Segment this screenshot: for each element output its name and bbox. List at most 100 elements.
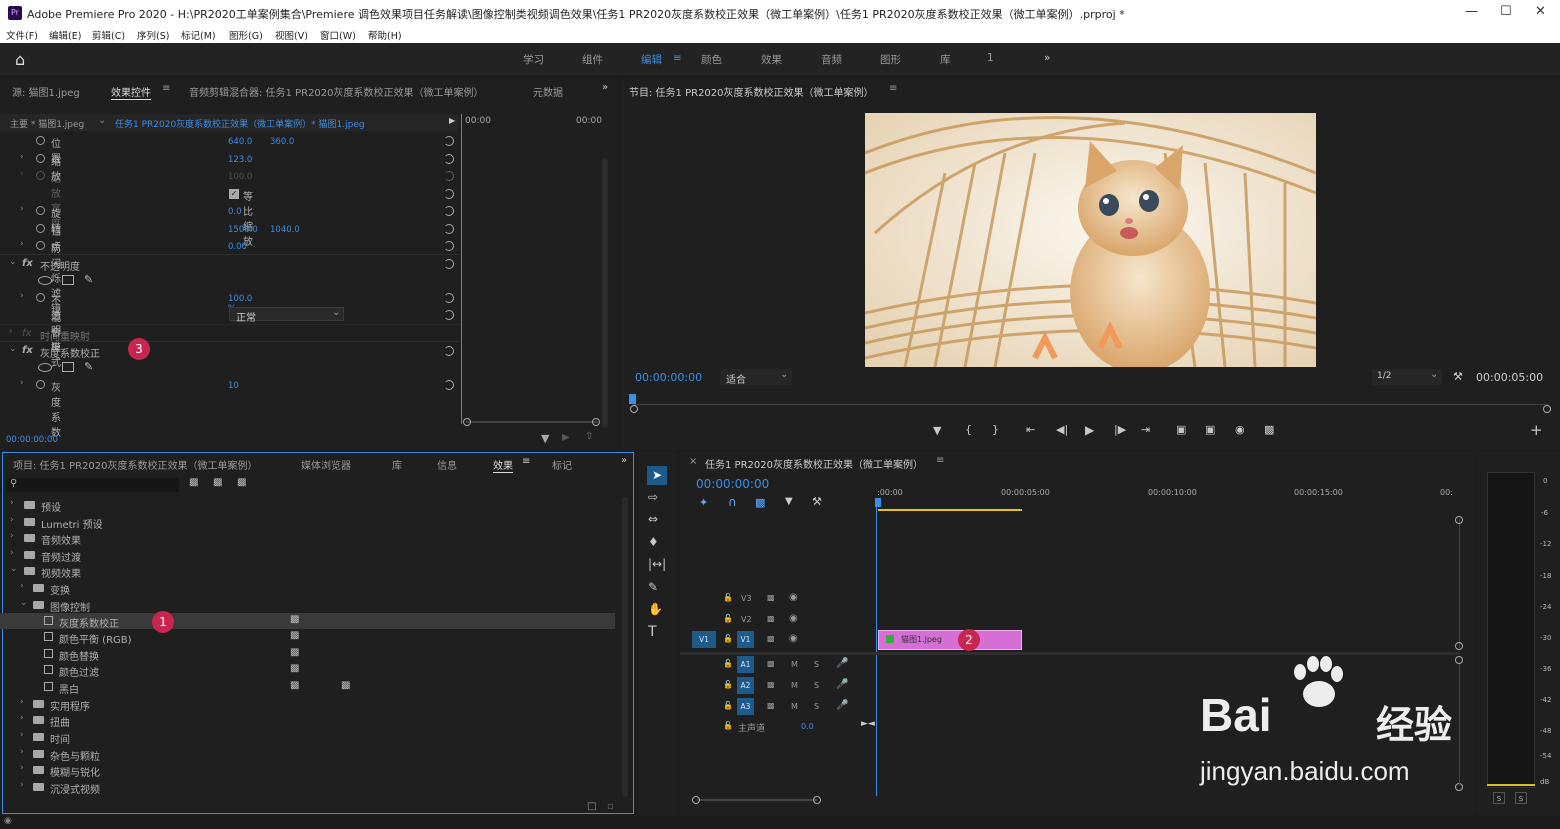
play-triangle-icon[interactable]: ▶ [449,116,455,125]
mark-in-icon[interactable]: { [965,423,972,436]
more-tabs-icon[interactable]: » [621,455,627,466]
selection-tool[interactable]: ➤ [647,466,667,485]
snap-icon[interactable]: ✦ [699,496,708,509]
track-target-a1[interactable]: A1 [737,656,754,673]
ellipse-mask-icon[interactable] [38,276,52,285]
go-to-in-icon[interactable]: ⇤ [1026,423,1035,436]
menu-window[interactable]: 窗口(W) [320,28,356,42]
ellipse-mask-icon[interactable] [38,363,52,372]
step-back-icon[interactable]: ◀| [1056,423,1068,436]
close-icon[interactable]: ✕ [1535,4,1546,19]
solo-left-button[interactable]: S [1493,792,1505,804]
lock-icon[interactable]: 🔓 [723,593,733,602]
chevron-down-icon[interactable]: ⌄ [98,115,106,126]
reset-icon[interactable] [444,154,454,164]
lock-icon[interactable]: 🔓 [723,634,733,643]
menu-file[interactable]: 文件(F) [6,28,38,42]
tree-item-gamma-correction[interactable]: 灰度系数校正 ▩ [0,613,615,630]
add-marker-icon[interactable]: ▼ [933,424,941,437]
eye-icon[interactable]: ◉ [789,633,798,644]
fx-icon[interactable]: fx [22,258,33,269]
sync-lock-icon[interactable]: ▩ [767,634,775,643]
timeline-clip[interactable]: 猫图1.jpeg [878,630,1022,650]
tab-effects[interactable]: 效果 [493,457,513,473]
stopwatch-icon[interactable] [36,224,45,233]
tree-item-distort[interactable]: › 扭曲 [0,712,615,729]
pen-icon[interactable]: ✎ [648,580,658,594]
export-icon[interactable]: ⇧ [585,431,593,442]
program-video-frame[interactable] [865,113,1316,367]
filter-icon[interactable]: ▼ [541,432,549,445]
panel-menu-icon[interactable]: ≡ [162,83,170,94]
menu-sequence[interactable]: 序列(S) [137,28,169,42]
timeline-timecode[interactable]: 00:00:00:00 [696,477,769,491]
workspace-effects[interactable]: 效果 [761,52,782,67]
tree-item-audio-effects[interactable]: › 音频效果 [0,530,615,547]
workspace-assembly[interactable]: 组件 [582,52,603,67]
sync-lock-icon[interactable]: ▩ [767,701,775,710]
lock-icon[interactable]: 🔓 [723,614,733,623]
tab-info[interactable]: 信息 [437,457,457,472]
eye-icon[interactable]: ◉ [789,592,798,603]
workspace-learn[interactable]: 学习 [523,52,544,67]
new-bin-icon[interactable]: □ [587,801,596,812]
reset-icon[interactable] [444,310,454,320]
tab-metadata[interactable]: 元数据 [533,84,563,99]
timeline-playhead[interactable] [876,500,877,796]
source-patch-v1[interactable]: V1 [692,631,716,648]
tab-libraries[interactable]: 库 [392,457,402,472]
microphone-icon[interactable]: 🎤 [836,679,848,690]
tree-item-immersive-video[interactable]: › 沉浸式视频 [0,779,615,796]
stopwatch-icon[interactable] [36,293,45,302]
razor-icon[interactable]: ♦ [648,535,659,549]
master-volume-value[interactable]: 0.0 [801,722,814,731]
lock-icon[interactable]: 🔓 [723,721,733,730]
rotation-value[interactable]: 0.0 [228,207,242,217]
tree-item-blur-sharpen[interactable]: › 模糊与锐化 [0,762,615,779]
solo-button[interactable]: S [814,660,819,669]
more-tabs-icon[interactable]: » [602,82,608,93]
tab-markers[interactable]: 标记 [552,457,572,472]
accelerated-effects-icon[interactable]: ▩ [189,477,198,488]
zoom-select[interactable]: 适合 ⌄ [720,369,792,386]
solo-button[interactable]: S [814,681,819,690]
workspace-1[interactable]: 1 [987,52,994,64]
reset-icon[interactable] [444,346,454,356]
tab-project[interactable]: 项目: 任务1 PR2020灰度系数校正效果（微工单案例） [13,457,258,472]
program-timecode[interactable]: 00:00:00:00 [635,371,702,384]
track-target-a3[interactable]: A3 [737,698,754,715]
tree-item-presets[interactable]: › 预设 [0,497,615,514]
workspace-graphics[interactable]: 图形 [880,52,901,67]
play-icon[interactable]: ▶ [1085,423,1094,437]
32bit-effects-icon[interactable]: ▩ [213,477,222,488]
panel-menu-icon[interactable]: ≡ [936,455,944,466]
step-forward-icon[interactable]: |▶ [1114,423,1126,436]
tree-item-noise-grain[interactable]: › 杂色与颗粒 [0,746,615,763]
stopwatch-icon[interactable] [36,136,45,145]
slip-icon[interactable]: |↔| [648,557,666,571]
hand-icon[interactable]: ✋ [648,602,663,616]
sync-lock-icon[interactable]: ▩ [767,614,775,623]
tree-item-lumetri[interactable]: › Lumetri 预设 [0,514,615,531]
workspace-menu-icon[interactable]: ≡ [673,52,682,64]
tree-item-black-white[interactable]: 黑白 ▩ ▩ [0,679,615,696]
playhead-marker[interactable] [629,394,636,404]
reset-icon[interactable] [444,206,454,216]
microphone-icon[interactable]: 🎤 [836,658,848,669]
stopwatch-icon[interactable] [36,206,45,215]
workspace-editing[interactable]: 编辑 [641,52,662,67]
tree-item-color-replace[interactable]: 颜色替换 ▩ [0,646,615,663]
tree-item-transform[interactable]: › 变换 [0,580,615,597]
solo-button[interactable]: S [814,702,819,711]
sequence-clip-label[interactable]: 任务1 PR2020灰度系数校正效果（微工单案例）* 猫图1.jpeg [115,117,365,130]
track-target-v1[interactable]: V1 [737,631,754,648]
panel-menu-icon[interactable]: ≡ [522,456,530,467]
mark-out-icon[interactable]: } [992,423,999,436]
anchor-y-value[interactable]: 1040.0 [270,225,300,235]
reset-icon[interactable] [444,224,454,234]
menu-view[interactable]: 视图(V) [275,28,308,42]
sync-lock-icon[interactable]: ▩ [767,659,775,668]
workspace-libraries[interactable]: 库 [940,52,951,67]
play-audio-icon[interactable]: ▶ [562,432,570,443]
rectangle-mask-icon[interactable] [62,362,74,372]
